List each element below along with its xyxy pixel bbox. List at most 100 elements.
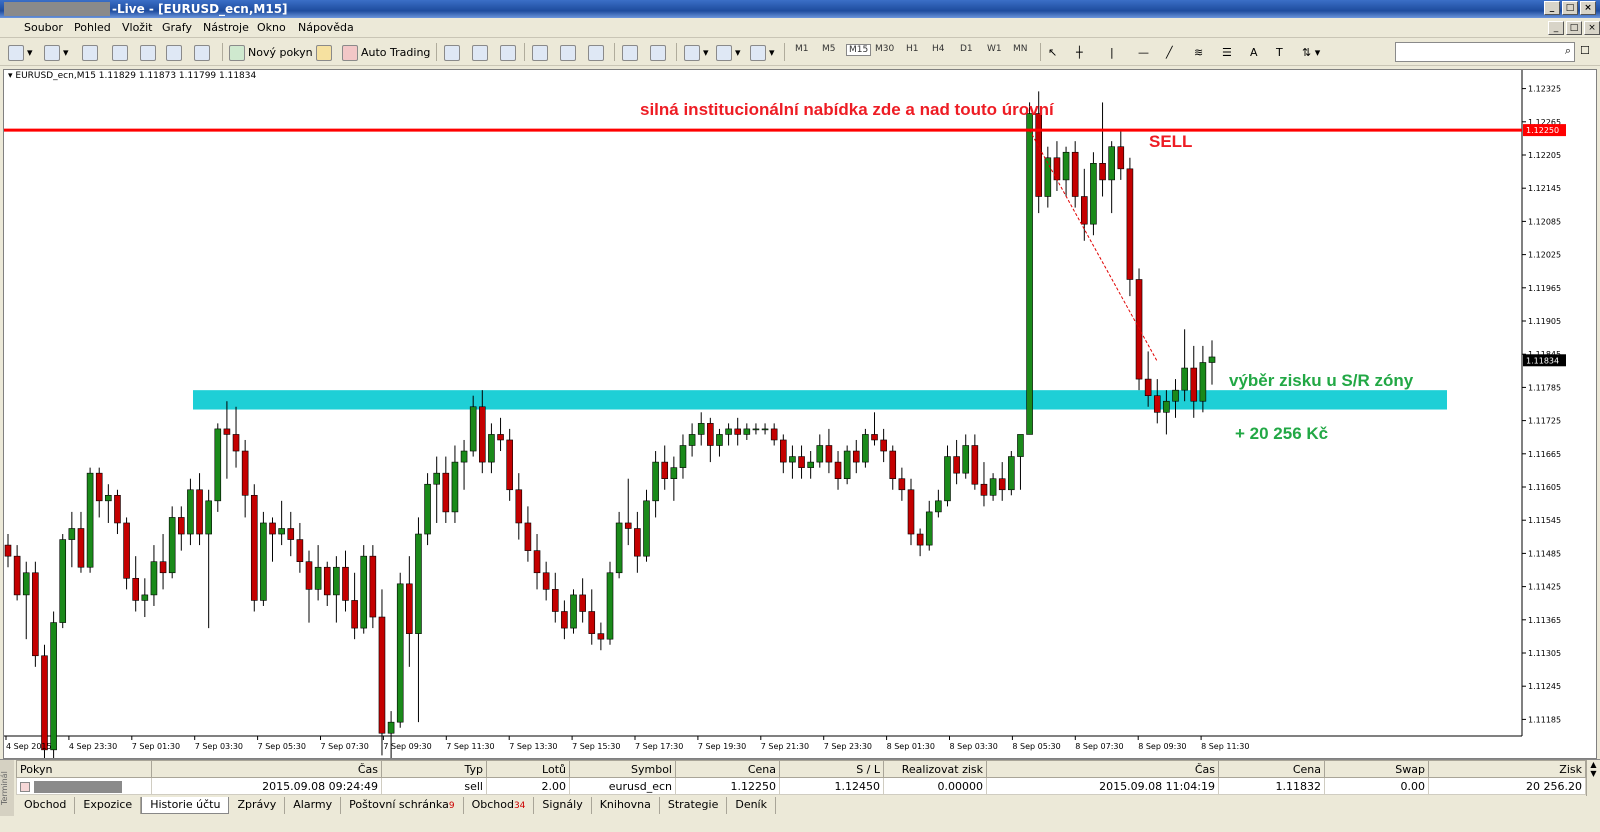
trendline-button[interactable]: ╱ xyxy=(1166,42,1173,63)
candle-body xyxy=(451,461,459,513)
candle xyxy=(214,423,222,512)
zoom-in-icon xyxy=(532,44,548,61)
community-icon[interactable]: ☐ xyxy=(1580,44,1590,57)
tab-alarmy[interactable]: Alarmy xyxy=(285,797,342,814)
price-tick-label: 1.11305 xyxy=(1528,649,1561,658)
tab-strategie[interactable]: Strategie xyxy=(659,797,728,814)
bar-chart-button[interactable] xyxy=(444,42,463,63)
timeframe-m1[interactable]: M1 xyxy=(795,44,809,54)
candle-body xyxy=(606,572,614,640)
menu-grafy[interactable]: Grafy xyxy=(162,21,192,34)
tab-historie-uctu[interactable]: Historie účtu xyxy=(141,797,230,814)
zoom-in-button[interactable] xyxy=(532,42,551,63)
timeframe-m5[interactable]: M5 xyxy=(822,44,836,54)
menu-soubor[interactable]: Soubor xyxy=(24,21,63,34)
cursor-button[interactable]: ↖ xyxy=(1048,42,1057,63)
timeframe-h4[interactable]: H4 xyxy=(932,44,945,54)
menu-vlozit[interactable]: Vložit xyxy=(122,21,152,34)
close-button[interactable]: × xyxy=(1580,1,1596,15)
tab-expozice[interactable]: Expozice xyxy=(75,797,142,814)
col-cena[interactable]: Cena xyxy=(675,760,780,778)
data-window-button[interactable] xyxy=(112,42,131,63)
col-tp[interactable]: Realizovat zisk xyxy=(883,760,987,778)
minimize-button[interactable]: _ xyxy=(1544,1,1560,15)
timeframe-w1[interactable]: W1 xyxy=(987,44,1002,54)
candlestick-button[interactable] xyxy=(472,42,491,63)
candle-body xyxy=(962,445,970,474)
candle-body xyxy=(1044,157,1052,197)
menu-pohled[interactable]: Pohled xyxy=(74,21,111,34)
zoom-out-button[interactable] xyxy=(560,42,579,63)
col-zisk[interactable]: Zisk xyxy=(1428,760,1586,778)
timeframe-m30[interactable]: M30 xyxy=(875,44,894,54)
periods-button[interactable]: ▾ xyxy=(716,42,741,63)
tab-knihovna[interactable]: Knihovna xyxy=(591,797,660,814)
tab-obchod[interactable]: Obchod xyxy=(16,797,76,814)
metaeditor-button[interactable] xyxy=(316,42,335,63)
child-minimize-button[interactable]: _ xyxy=(1548,21,1564,35)
col-swap[interactable]: Swap xyxy=(1324,760,1429,778)
candle xyxy=(32,561,39,667)
candle-body xyxy=(406,583,413,634)
time-tick-label: 7 Sep 23:30 xyxy=(824,742,872,751)
child-restore-button[interactable]: □ xyxy=(1566,21,1582,35)
candle xyxy=(570,589,577,634)
vertical-line-button[interactable]: | xyxy=(1110,42,1114,63)
candle-body xyxy=(314,566,322,590)
arrows-button[interactable]: ⇅ ▾ xyxy=(1302,42,1320,63)
col-lotu[interactable]: Lotů xyxy=(486,760,570,778)
tab-zpravy[interactable]: Zprávy xyxy=(229,797,286,814)
candle-body xyxy=(998,478,1006,491)
profit-annotation: výběr zisku u S/R zóny xyxy=(1229,371,1414,390)
menu-okno[interactable]: Okno xyxy=(257,21,286,34)
channel-button[interactable]: ≋ xyxy=(1194,42,1203,63)
chart-shift-button[interactable] xyxy=(650,42,669,63)
timeframe-d1[interactable]: D1 xyxy=(960,44,973,54)
candlestick-chart[interactable]: 1.123251.122651.122051.121451.120851.120… xyxy=(4,70,1596,758)
terminal-button[interactable] xyxy=(166,42,185,63)
new-order-button[interactable]: Nový pokyn xyxy=(229,42,313,63)
auto-scroll-button[interactable] xyxy=(622,42,641,63)
col-close-price[interactable]: Cena xyxy=(1218,760,1325,778)
tab-denik[interactable]: Deník xyxy=(727,797,776,814)
tab-market[interactable]: Obchod34 xyxy=(463,797,535,814)
templates-button[interactable]: ▾ xyxy=(750,42,775,63)
crosshair-button[interactable]: ┼ xyxy=(1076,42,1083,63)
maximize-button[interactable]: □ xyxy=(1562,1,1578,15)
timeframe-mn[interactable]: MN xyxy=(1013,44,1028,54)
terminal-scrollbar[interactable]: ▲ ▼ xyxy=(1586,760,1600,796)
line-chart-button[interactable] xyxy=(500,42,519,63)
col-pokyn[interactable]: Pokyn xyxy=(16,760,152,778)
child-close-button[interactable]: × xyxy=(1584,21,1600,35)
timeframe-m15[interactable]: M15 xyxy=(846,44,872,56)
new-chart-button[interactable]: ▾ xyxy=(8,42,33,63)
text-tool-button[interactable]: A xyxy=(1250,42,1258,63)
market-watch-button[interactable] xyxy=(82,42,101,63)
auto-trading-button[interactable]: Auto Trading xyxy=(342,42,430,63)
candle xyxy=(1026,102,1033,435)
tab-postovni-schranka[interactable]: Poštovní schránka9 xyxy=(341,797,464,814)
col-cas[interactable]: Čas xyxy=(151,760,382,778)
history-row[interactable]: 2015.09.08 09:24:49 sell 2.00 eurusd_ecn… xyxy=(16,777,1586,795)
tester-button[interactable] xyxy=(194,42,213,63)
col-symbol[interactable]: Symbol xyxy=(569,760,676,778)
navigator-button[interactable] xyxy=(140,42,159,63)
menu-nastroje[interactable]: Nástroje xyxy=(203,21,249,34)
col-close-time[interactable]: Čas xyxy=(986,760,1219,778)
fibonacci-button[interactable]: ☰ xyxy=(1222,42,1232,63)
menu-napoveda[interactable]: Nápověda xyxy=(298,21,354,34)
tile-windows-button[interactable] xyxy=(588,42,607,63)
indicators-button[interactable]: ▾ xyxy=(684,42,709,63)
col-typ[interactable]: Typ xyxy=(381,760,487,778)
profiles-button[interactable]: ▾ xyxy=(44,42,69,63)
search-input[interactable]: ⌕ xyxy=(1395,42,1575,62)
price-tick-label: 1.11665 xyxy=(1528,450,1561,459)
tab-signaly[interactable]: Signály xyxy=(534,797,592,814)
time-tick-label: 8 Sep 09:30 xyxy=(1138,742,1186,751)
candle-body xyxy=(643,500,650,557)
text-label-button[interactable]: T xyxy=(1276,42,1283,63)
candle-body xyxy=(1026,113,1033,435)
timeframe-h1[interactable]: H1 xyxy=(906,44,919,54)
col-sl[interactable]: S / L xyxy=(779,760,884,778)
horizontal-line-button[interactable]: — xyxy=(1138,42,1149,63)
